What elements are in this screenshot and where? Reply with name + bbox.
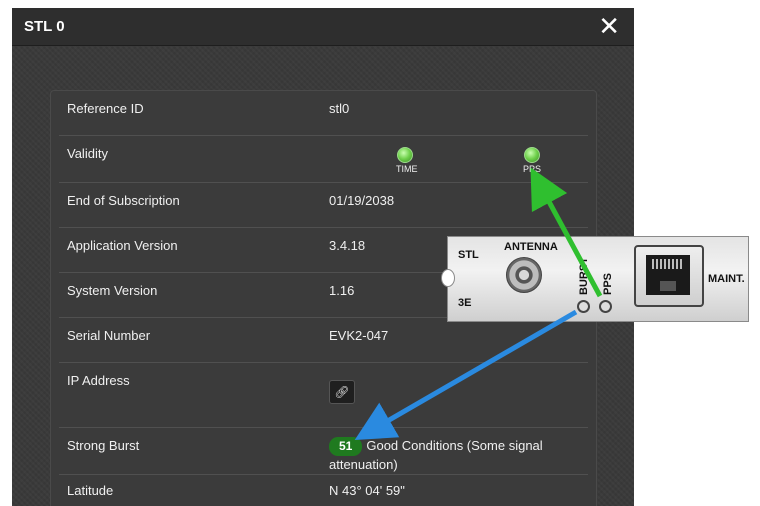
strong-burst-value: 51 Good Conditions (Some signal attenuati… <box>329 437 579 473</box>
row-serial-number: Serial Number EVK2-047 <box>59 318 588 363</box>
card-faceplate: STL 3E ANTENNA BURST PPS MAINT. <box>447 236 749 322</box>
latitude-value: N 43° 04' 59" <box>329 483 405 498</box>
row-strong-burst: Strong Burst 51 Good Conditions (Some sig… <box>59 428 588 475</box>
pps-led-icon <box>524 147 540 163</box>
end-of-subscription-value: 01/19/2038 <box>329 193 395 208</box>
reference-id-value: stl0 <box>329 101 350 116</box>
pps-port-label: PPS <box>602 272 614 295</box>
stl-card-illustration: STL 3E ANTENNA BURST PPS MAINT. <box>441 236 760 322</box>
card-notch <box>441 269 455 287</box>
reference-id-label: Reference ID <box>67 101 144 116</box>
application-version-value: 3.4.18 <box>329 238 366 253</box>
pps-port-led-icon <box>599 300 612 313</box>
row-latitude: Latitude N 43° 04' 59" <box>59 475 588 506</box>
burst-count-badge: 51 <box>329 437 363 456</box>
system-version-value: 1.16 <box>329 283 355 298</box>
antenna-label: ANTENNA <box>504 241 558 253</box>
card-stl-label: STL <box>458 249 479 261</box>
application-version-label: Application Version <box>67 238 178 253</box>
end-of-subscription-label: End of Subscription <box>67 193 180 208</box>
serial-number-label: Serial Number <box>67 328 151 343</box>
row-reference-id: Reference ID stl0 <box>59 91 588 136</box>
latitude-label: Latitude <box>67 483 114 498</box>
serial-number-value: EVK2-047 <box>329 328 389 343</box>
antenna-connector-icon <box>506 257 542 293</box>
link-icon[interactable]: 🔗︎ <box>329 380 355 404</box>
close-icon[interactable]: ✕ <box>598 12 620 40</box>
row-validity: Validity TIME PPS <box>59 136 588 183</box>
time-led-icon <box>397 147 413 163</box>
strong-burst-label: Strong Burst <box>67 438 140 453</box>
row-ip-address: IP Address 🔗︎ <box>59 363 588 428</box>
time-led-label: TIME <box>396 164 418 174</box>
system-version-label: System Version <box>67 283 158 298</box>
maint-label: MAINT. <box>708 273 745 285</box>
dialog-header: STL 0 ✕ <box>12 8 634 46</box>
dialog-title: STL 0 <box>24 18 65 35</box>
burst-port-label: BURST <box>578 257 590 295</box>
card-model-label: 3E <box>458 297 472 309</box>
ip-address-label: IP Address <box>67 373 130 388</box>
maint-port-icon <box>634 245 704 307</box>
burst-port-led-icon <box>577 300 590 313</box>
pps-led-label: PPS <box>523 164 542 174</box>
row-end-of-subscription: End of Subscription 01/19/2038 <box>59 183 588 228</box>
validity-label: Validity <box>67 146 108 161</box>
